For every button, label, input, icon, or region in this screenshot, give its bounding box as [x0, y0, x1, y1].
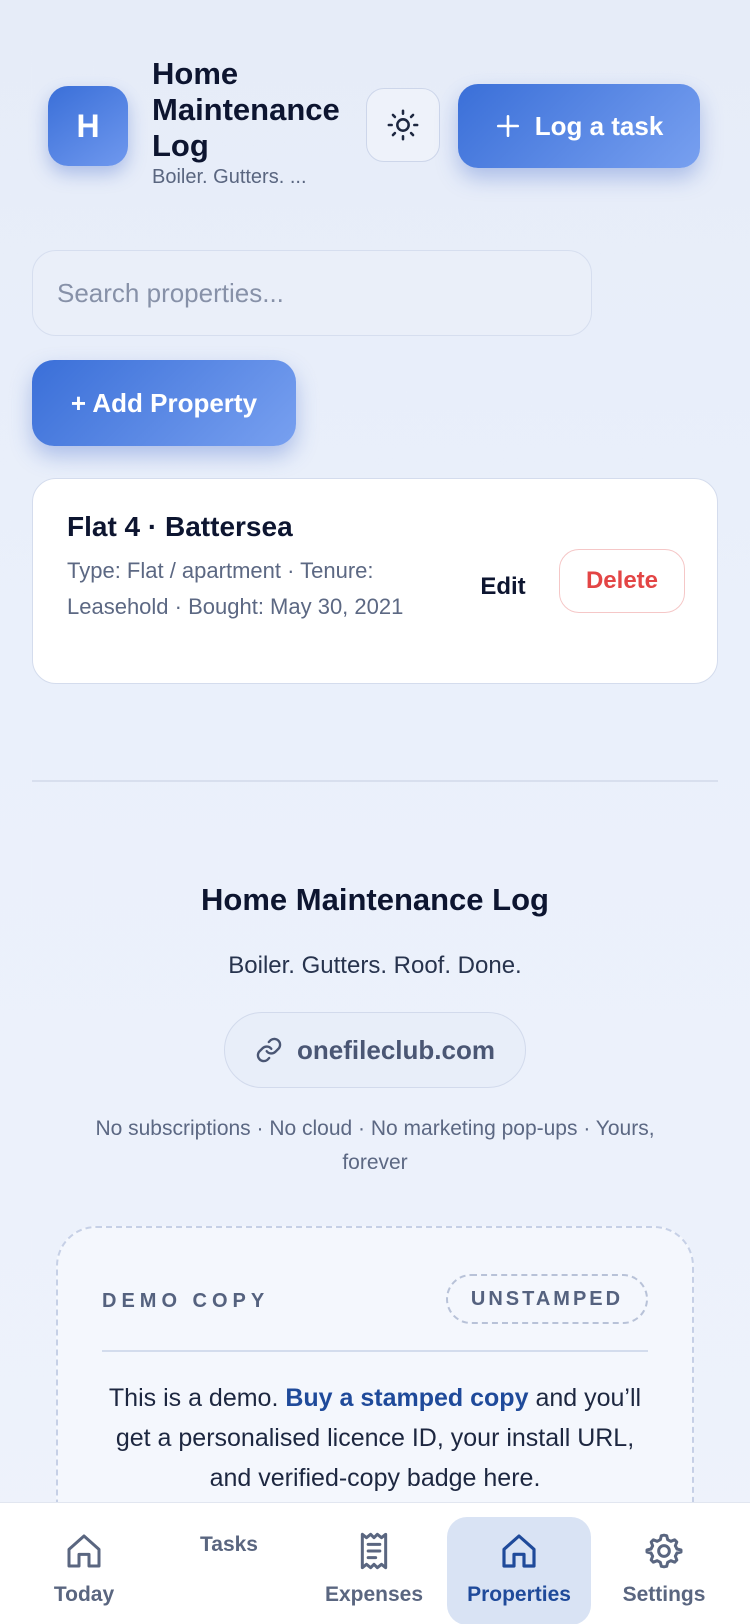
demo-divider — [102, 1350, 648, 1352]
gear-icon — [645, 1533, 683, 1569]
demo-label: DEMO COPY — [102, 1290, 270, 1312]
footer-title: Home Maintenance Log — [201, 882, 549, 917]
section-divider — [32, 780, 718, 782]
nav-properties-label: Properties — [467, 1583, 571, 1606]
demo-text-prefix: This is a demo. — [108, 1384, 279, 1412]
link-icon — [256, 1037, 282, 1063]
app-logo: H — [48, 86, 128, 166]
add-property-button[interactable]: + Add Property — [32, 360, 296, 446]
demo-text: This is a demo. Buy a stamped copy and y… — [98, 1378, 652, 1498]
nav-settings[interactable]: Settings — [592, 1517, 736, 1624]
site-link[interactable]: onefileclub.com — [224, 1012, 526, 1088]
footer-note: No subscriptions · No cloud · No marketi… — [95, 1117, 655, 1174]
theme-toggle-button[interactable] — [366, 88, 440, 162]
plus-icon — [496, 114, 519, 138]
home-icon — [67, 1534, 101, 1568]
app-subtitle: Boiler. Gutters. ... — [152, 166, 307, 188]
nav-expenses[interactable]: Expenses — [302, 1517, 446, 1624]
receipt-icon — [360, 1532, 388, 1570]
demo-notice: DEMO COPY UNSTAMPED This is a demo. Buy … — [56, 1226, 694, 1546]
nav-today[interactable]: Today — [12, 1517, 156, 1624]
home-icon — [502, 1534, 536, 1568]
nav-tasks-label: Tasks — [200, 1533, 258, 1556]
delete-property-button[interactable]: Delete — [559, 549, 685, 613]
sun-icon — [387, 109, 419, 141]
log-task-button[interactable]: Log a task — [458, 84, 700, 168]
nav-tasks[interactable]: Tasks — [157, 1517, 301, 1624]
bottom-nav: Today Tasks Expenses Properties Settings — [0, 1502, 750, 1624]
property-card: Flat 4 · Battersea Type: Flat / apartmen… — [32, 478, 718, 684]
log-task-label: Log a task — [534, 110, 664, 141]
site-link-label: onefileclub.com — [297, 1034, 495, 1065]
nav-settings-label: Settings — [622, 1583, 706, 1606]
search-input[interactable] — [32, 250, 592, 336]
unstamped-badge: UNSTAMPED — [446, 1274, 648, 1324]
nav-expenses-label: Expenses — [324, 1583, 424, 1606]
app-title: Home Maintenance Log — [152, 56, 340, 163]
property-meta: Type: Flat / apartment · Tenure: Leaseho… — [67, 558, 404, 619]
nav-properties[interactable]: Properties — [447, 1517, 591, 1624]
edit-property-button[interactable]: Edit — [463, 559, 543, 615]
app-header: H Home Maintenance Log Boiler. Gutters. … — [48, 52, 730, 192]
nav-today-label: Today — [53, 1583, 115, 1606]
property-name: Flat 4 · Battersea — [67, 511, 293, 542]
footer-tagline: Boiler. Gutters. Roof. Done. — [228, 952, 522, 979]
buy-stamped-copy-link[interactable]: Buy a stamped copy — [285, 1384, 528, 1412]
